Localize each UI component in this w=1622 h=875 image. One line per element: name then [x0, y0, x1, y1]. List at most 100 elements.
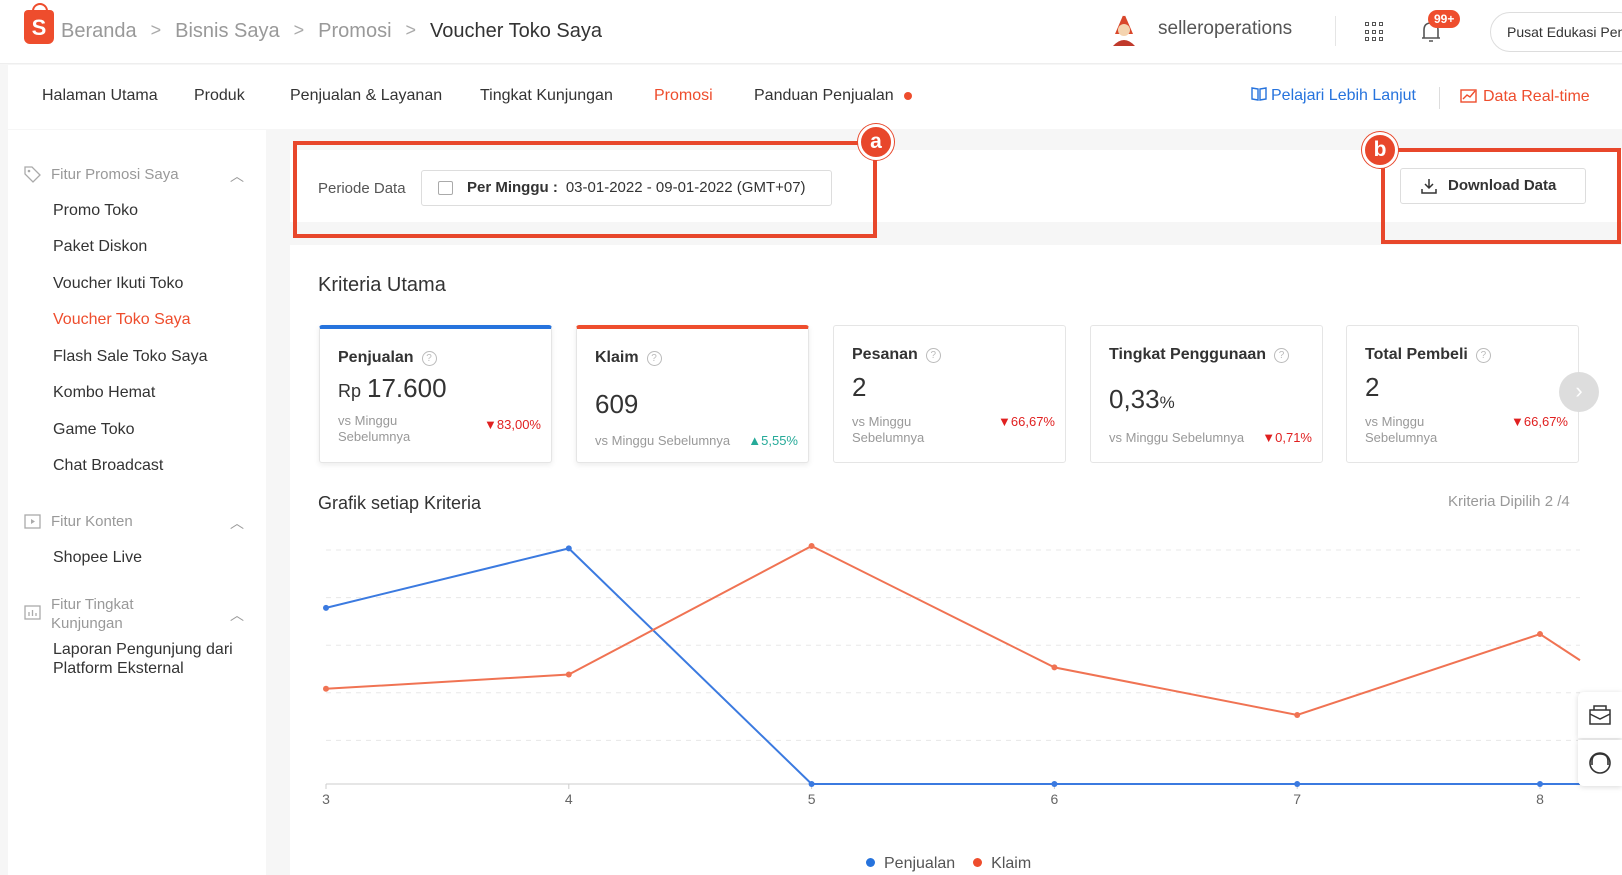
chat-float-button[interactable] [1578, 692, 1622, 738]
metric-title-text: Tingkat Penggunaan [1109, 346, 1267, 363]
data-point-klaim[interactable] [808, 543, 815, 549]
criteria-selected: Kriteria Dipilih 2 /4 [1448, 493, 1570, 510]
metric-card-total-pembeli[interactable]: Total Pembeli? 2 vs Minggu Sebelumnya ▼6… [1346, 325, 1579, 463]
nav-divider [1439, 87, 1440, 109]
metric-card-pesanan[interactable]: Pesanan? 2 vs Minggu Sebelumnya ▼66,67% [833, 325, 1066, 463]
metric-value-text: 17.600 [367, 373, 447, 403]
legend-item-penjualan[interactable]: Penjualan [866, 855, 955, 873]
x-tick-label: 6 [1051, 791, 1059, 807]
main-nav: Halaman Utama Produk Penjualan & Layanan… [8, 65, 1622, 129]
x-tick-label: 4 [565, 791, 573, 807]
sidebar-item-paket-diskon[interactable]: Paket Diskon [53, 238, 147, 256]
help-icon[interactable]: ? [421, 351, 437, 366]
metric-title-text: Penjualan [338, 349, 414, 366]
realtime-data-link[interactable]: Data Real-time [1460, 87, 1590, 106]
sidebar-item-voucher-ikuti-toko[interactable]: Voucher Ikuti Toko [53, 275, 183, 293]
help-icon[interactable]: ? [646, 351, 662, 366]
learn-more-link[interactable]: Pelajari Lebih Lanjut [1251, 87, 1416, 105]
x-tick-label: 8 [1536, 791, 1544, 807]
metric-compare: vs Minggu Sebelumnya [852, 414, 925, 445]
annotation-badge-a: a [858, 124, 894, 160]
metric-card-klaim[interactable]: Klaim? 609 vs Minggu Sebelumnya ▲5,55% [576, 325, 809, 463]
data-point-klaim[interactable] [1051, 664, 1058, 671]
sidebar-item-shopee-live[interactable]: Shopee Live [53, 549, 142, 567]
sidebar-item-kombo-hemat[interactable]: Kombo Hemat [53, 384, 155, 402]
sidebar: Fitur Promosi Saya ︿ Promo Toko Paket Di… [8, 130, 266, 875]
annotation-badge-b: b [1362, 132, 1398, 168]
data-point-penjualan[interactable] [1294, 781, 1301, 787]
tab-produk[interactable]: Produk [194, 87, 245, 105]
x-tick-label: 7 [1293, 791, 1301, 807]
sidebar-item-chat-broadcast[interactable]: Chat Broadcast [53, 457, 163, 475]
series-line-klaim [325, 544, 1581, 717]
data-point-penjualan[interactable] [1051, 781, 1058, 787]
metric-title: Penjualan? [338, 349, 437, 367]
legend-label: Klaim [991, 855, 1032, 872]
breadcrumb-beranda[interactable]: Beranda [61, 20, 137, 43]
percent-suffix: % [1159, 393, 1175, 412]
video-icon [24, 514, 41, 529]
metric-compare: vs Minggu Sebelumnya [1365, 414, 1438, 445]
chart-title: Grafik setiap Kriteria [318, 493, 482, 513]
header-divider [1335, 16, 1336, 46]
notification-badge: 99+ [1428, 10, 1461, 28]
data-point-klaim[interactable] [565, 671, 572, 678]
data-point-klaim[interactable] [1294, 711, 1301, 718]
metric-card-penjualan[interactable]: Penjualan? Rp 17.600 vs Minggu Sebelumnya… [319, 325, 552, 463]
sidebar-item-voucher-toko-saya[interactable]: Voucher Toko Saya [53, 311, 191, 329]
metric-value: 0,33% [1109, 384, 1175, 415]
shopee-logo-icon[interactable]: S [24, 3, 54, 44]
realtime-label: Data Real-time [1483, 88, 1590, 105]
apps-grid-icon[interactable] [1365, 22, 1385, 42]
help-icon[interactable]: ? [925, 348, 941, 363]
mail-icon [1589, 705, 1611, 725]
sidebar-group-promosi[interactable]: Fitur Promosi Saya [24, 166, 179, 183]
data-point-klaim[interactable] [323, 685, 329, 692]
sidebar-item-promo-toko[interactable]: Promo Toko [53, 202, 138, 220]
legend-item-klaim[interactable]: Klaim [973, 855, 1031, 873]
tab-penjualan-layanan[interactable]: Penjualan & Layanan [290, 87, 442, 105]
book-icon [1251, 87, 1267, 101]
metric-title: Klaim? [595, 349, 662, 367]
tab-halaman-utama[interactable]: Halaman Utama [42, 87, 158, 105]
breadcrumb-bisnis-saya[interactable]: Bisnis Saya [175, 20, 280, 43]
top-bar: S Beranda > Bisnis Saya > Promosi > Vouc… [0, 0, 1622, 64]
help-icon[interactable]: ? [1475, 348, 1491, 363]
learn-more-label: Pelajari Lebih Lanjut [1271, 87, 1416, 104]
support-float-button[interactable] [1578, 740, 1622, 786]
breadcrumb-promosi[interactable]: Promosi [318, 20, 391, 43]
metric-title: Pesanan? [852, 346, 941, 364]
data-point-klaim[interactable] [1537, 631, 1543, 638]
data-point-penjualan[interactable] [565, 545, 572, 552]
sidebar-group-kunjungan[interactable]: Fitur Tingkat Kunjungan [24, 595, 171, 633]
metric-value-text: 0,33 [1109, 384, 1160, 414]
highlight-box-a [293, 141, 877, 238]
metric-change: ▼66,67% [998, 414, 1055, 429]
avatar[interactable] [1105, 10, 1143, 48]
data-point-penjualan[interactable] [808, 781, 815, 787]
bar-chart-icon [24, 605, 41, 620]
sidebar-item-flash-sale[interactable]: Flash Sale Toko Saya [53, 348, 207, 366]
chevron-right-icon[interactable]: › [1559, 372, 1599, 412]
metric-card-tingkat-penggunaan[interactable]: Tingkat Penggunaan? 0,33% vs Minggu Sebe… [1090, 325, 1323, 463]
tab-panduan-penjualan[interactable]: Panduan Penjualan [754, 87, 912, 105]
new-dot-icon [903, 91, 912, 100]
seller-education-button[interactable]: Pusat Edukasi Penjual [1490, 12, 1622, 52]
metric-title: Tingkat Penggunaan? [1109, 346, 1290, 364]
chevron-up-icon[interactable]: ︿ [230, 166, 244, 186]
metric-compare: vs Minggu Sebelumnya [595, 433, 731, 448]
chevron-up-icon[interactable]: ︿ [230, 605, 244, 625]
tab-tingkat-kunjungan[interactable]: Tingkat Kunjungan [480, 87, 613, 105]
data-point-penjualan[interactable] [323, 604, 329, 611]
sidebar-group-label: Fitur Promosi Saya [51, 166, 179, 183]
data-point-penjualan[interactable] [1537, 781, 1543, 787]
currency-prefix: Rp [338, 381, 362, 401]
sidebar-item-game-toko[interactable]: Game Toko [53, 421, 135, 439]
help-icon[interactable]: ? [1274, 348, 1290, 363]
sidebar-item-laporan-pengunjung[interactable]: Laporan Pengunjung dari Platform Ekstern… [53, 640, 233, 678]
sidebar-group-konten[interactable]: Fitur Konten [24, 513, 133, 530]
tab-promosi[interactable]: Promosi [654, 87, 713, 105]
sidebar-group-label: Fitur Konten [51, 513, 133, 530]
username[interactable]: selleroperations [1158, 18, 1292, 40]
chevron-up-icon[interactable]: ︿ [230, 513, 244, 533]
